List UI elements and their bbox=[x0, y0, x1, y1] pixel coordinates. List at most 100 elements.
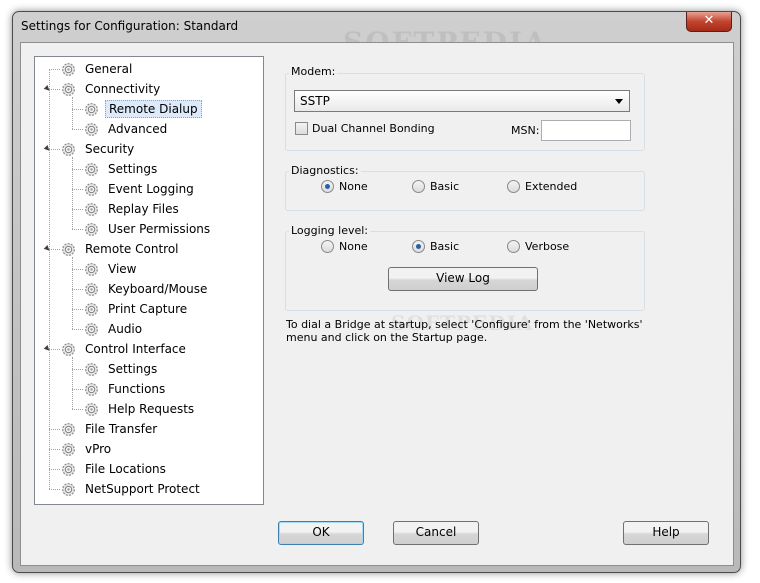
dual-channel-label: Dual Channel Bonding bbox=[312, 122, 435, 135]
cancel-button[interactable]: Cancel bbox=[393, 521, 479, 545]
modem-select[interactable]: SSTP bbox=[294, 90, 630, 112]
tree-item[interactable]: Help Requests bbox=[84, 399, 197, 419]
gear-icon bbox=[84, 162, 99, 177]
tree-item-label: Keyboard/Mouse bbox=[108, 282, 208, 296]
tree-item[interactable]: Remote Control bbox=[61, 239, 182, 259]
radio-label: Extended bbox=[525, 180, 578, 193]
tree-item-label: Connectivity bbox=[85, 82, 161, 96]
tree-item[interactable]: Settings bbox=[84, 359, 160, 379]
tree-connector bbox=[72, 209, 83, 210]
gear-icon bbox=[61, 82, 76, 97]
collapse-arrow-icon[interactable]: ▲ bbox=[43, 344, 52, 353]
tree-connector bbox=[72, 409, 83, 410]
tree-item[interactable]: View bbox=[84, 259, 139, 279]
ok-button[interactable]: OK bbox=[278, 521, 364, 545]
radio-label: Basic bbox=[430, 240, 460, 253]
gear-icon bbox=[61, 422, 76, 437]
tree-item[interactable]: vPro bbox=[61, 439, 114, 459]
gear-icon bbox=[84, 402, 99, 417]
radio-circle[interactable] bbox=[321, 240, 334, 253]
tree-item-label: Event Logging bbox=[108, 182, 194, 196]
help-button[interactable]: Help bbox=[623, 521, 709, 545]
window-title: Settings for Configuration: Standard bbox=[21, 19, 239, 33]
msn-input[interactable] bbox=[541, 120, 631, 141]
tree-item[interactable]: Remote Dialup bbox=[84, 99, 202, 119]
diagnostics-radio-none[interactable]: None bbox=[321, 180, 368, 193]
settings-tree[interactable]: General Connectivity ▲ Remote Dialup Advance… bbox=[34, 56, 264, 505]
tree-item-label: vPro bbox=[85, 442, 112, 456]
tree-item-label: Print Capture bbox=[108, 302, 188, 316]
tree-item-label: Settings bbox=[108, 362, 158, 376]
tree-item[interactable]: General bbox=[61, 59, 135, 79]
diagnostics-radio-extended[interactable]: Extended bbox=[507, 180, 577, 193]
tree-item[interactable]: Connectivity bbox=[61, 79, 163, 99]
radio-circle[interactable] bbox=[321, 180, 334, 193]
tree-item[interactable]: Advanced bbox=[84, 119, 170, 139]
tree-item-label: NetSupport Protect bbox=[85, 482, 200, 496]
logging-radio-verbose[interactable]: Verbose bbox=[507, 240, 569, 253]
gear-icon bbox=[84, 302, 99, 317]
title-bar[interactable]: Settings for Configuration: Standard SOF… bbox=[13, 12, 740, 59]
tree-item[interactable]: NetSupport Protect bbox=[61, 479, 203, 499]
radio-circle[interactable] bbox=[412, 180, 425, 193]
tree-item[interactable]: Control Interface bbox=[61, 339, 189, 359]
logging-label: Logging level: bbox=[289, 224, 370, 237]
radio-label: None bbox=[339, 180, 368, 193]
tree-item[interactable]: Settings bbox=[84, 159, 160, 179]
logging-radio-none[interactable]: None bbox=[321, 240, 368, 253]
gear-icon bbox=[61, 62, 76, 77]
collapse-arrow-icon[interactable]: ▲ bbox=[43, 144, 52, 153]
radio-circle[interactable] bbox=[507, 240, 520, 253]
dropdown-arrow-icon bbox=[615, 98, 623, 104]
tree-item-label: Settings bbox=[108, 162, 158, 176]
radio-label: Verbose bbox=[525, 240, 570, 253]
tree-item[interactable]: File Locations bbox=[61, 459, 169, 479]
gear-icon bbox=[84, 322, 99, 337]
tree-connector bbox=[49, 69, 50, 489]
dual-channel-checkbox[interactable]: Dual Channel Bonding bbox=[295, 122, 435, 135]
gear-icon bbox=[61, 442, 76, 457]
tree-item[interactable]: File Transfer bbox=[61, 419, 160, 439]
collapse-arrow-icon[interactable]: ▲ bbox=[43, 84, 52, 93]
gear-icon bbox=[61, 242, 76, 257]
tree-item[interactable]: Security bbox=[61, 139, 137, 159]
info-text: To dial a Bridge at startup, select 'Con… bbox=[286, 318, 643, 344]
tree-connector bbox=[72, 109, 83, 110]
tree-item-label: Replay Files bbox=[108, 202, 179, 216]
tree-connector bbox=[49, 449, 60, 450]
close-icon: ✕ bbox=[703, 13, 715, 28]
tree-connector bbox=[72, 309, 83, 310]
radio-label: None bbox=[339, 240, 368, 253]
tree-item[interactable]: User Permissions bbox=[84, 219, 213, 239]
gear-icon bbox=[84, 282, 99, 297]
tree-item[interactable]: Replay Files bbox=[84, 199, 182, 219]
view-log-button[interactable]: View Log bbox=[388, 267, 538, 291]
radio-circle[interactable] bbox=[412, 240, 425, 253]
tree-item[interactable]: Print Capture bbox=[84, 299, 190, 319]
tree-connector bbox=[72, 389, 83, 390]
tree-connector bbox=[72, 369, 83, 370]
gear-icon bbox=[61, 462, 76, 477]
tree-item[interactable]: Keyboard/Mouse bbox=[84, 279, 210, 299]
tree-item[interactable]: Functions bbox=[84, 379, 168, 399]
tree-item-label: Remote Control bbox=[85, 242, 179, 256]
tree-item[interactable]: Audio bbox=[84, 319, 145, 339]
tree-connector bbox=[72, 157, 73, 229]
checkbox-box[interactable] bbox=[295, 122, 308, 135]
tree-item-label: File Locations bbox=[85, 462, 166, 476]
tree-item-label: Control Interface bbox=[85, 342, 186, 356]
tree-connector bbox=[72, 189, 83, 190]
collapse-arrow-icon[interactable]: ▲ bbox=[43, 244, 52, 253]
close-button[interactable]: ✕ bbox=[686, 12, 732, 32]
diagnostics-radio-basic[interactable]: Basic bbox=[412, 180, 459, 193]
tree-connector bbox=[72, 329, 83, 330]
tree-connector bbox=[72, 229, 83, 230]
msn-label: MSN: bbox=[511, 124, 540, 137]
tree-item-label: File Transfer bbox=[85, 422, 158, 436]
tree-item[interactable]: Event Logging bbox=[84, 179, 197, 199]
radio-circle[interactable] bbox=[507, 180, 520, 193]
logging-radio-basic[interactable]: Basic bbox=[412, 240, 459, 253]
tree-item-label: General bbox=[85, 62, 133, 76]
gear-icon bbox=[84, 122, 99, 137]
tree-item-label: Security bbox=[85, 142, 135, 156]
